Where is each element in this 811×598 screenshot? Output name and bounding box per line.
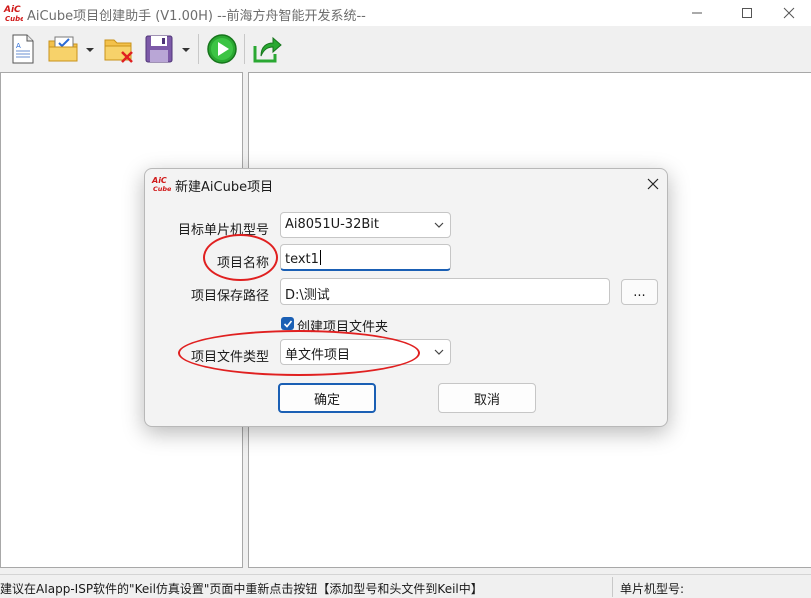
open-project-button[interactable]: [46, 32, 80, 66]
create-folder-label[interactable]: 创建项目文件夹: [297, 316, 388, 335]
toolbar-separator: [198, 34, 199, 64]
minimize-icon: [692, 12, 702, 14]
mcu-model-label: 目标单片机型号: [177, 223, 269, 238]
close-project-icon: [104, 39, 133, 63]
project-type-select[interactable]: 单文件项目: [280, 339, 451, 365]
create-folder-checkbox[interactable]: [281, 317, 294, 330]
title-bar: AiC Cube AiCube项目创建助手 (V1.00H) --前海方舟智能开…: [0, 0, 811, 26]
close-icon: [647, 178, 659, 190]
window-close-button[interactable]: [766, 0, 811, 26]
project-type-label: 项目文件类型: [190, 350, 269, 365]
maximize-icon: [742, 8, 752, 18]
run-icon: [207, 34, 237, 64]
new-document-icon: A: [12, 34, 34, 64]
project-name-value: text1: [285, 252, 319, 267]
toolbar: A: [0, 26, 811, 72]
browse-path-button[interactable]: ...: [621, 279, 658, 305]
new-project-dialog: AiC Cube 新建AiCube项目 目标单片机型号 Ai8051U-32Bi…: [144, 168, 668, 427]
close-icon: [783, 7, 795, 19]
aicube-logo-icon: AiC Cube: [151, 176, 171, 193]
svg-text:AiC: AiC: [151, 176, 167, 185]
dialog-title: 新建AiCube项目: [175, 180, 274, 195]
checkmark-icon: [283, 319, 292, 328]
open-folder-icon: [48, 36, 78, 62]
aicube-logo-icon: AiC Cube: [3, 5, 23, 23]
ok-button[interactable]: 确定: [278, 383, 376, 413]
chevron-down-icon: [434, 349, 444, 355]
save-path-label: 项目保存路径: [190, 289, 269, 304]
save-project-button[interactable]: [142, 32, 176, 66]
minimize-button[interactable]: [674, 0, 720, 26]
dialog-close-button[interactable]: [643, 175, 663, 193]
save-dropdown-chevron-icon[interactable]: [182, 46, 190, 54]
save-icon: [145, 35, 173, 63]
export-button[interactable]: [250, 32, 284, 66]
status-divider: [612, 577, 613, 597]
project-type-value: 单文件项目: [285, 348, 351, 363]
status-mcu-label: 单片机型号:: [620, 582, 685, 596]
window-title: AiCube项目创建助手 (V1.00H) --前海方舟智能开发系统--: [27, 9, 366, 24]
svg-text:A: A: [16, 42, 21, 50]
svg-text:Cube: Cube: [5, 15, 23, 23]
status-message: 建议在AIapp-ISP软件的"Keil仿真设置"页面中重新点击按钮【添加型号和…: [0, 582, 483, 596]
toolbar-separator: [244, 34, 245, 64]
mcu-model-select[interactable]: Ai8051U-32Bit: [280, 212, 451, 238]
maximize-button[interactable]: [724, 0, 770, 26]
export-icon: [253, 36, 282, 63]
chevron-down-icon: [434, 222, 444, 228]
close-project-button[interactable]: [102, 32, 136, 66]
text-caret: [319, 250, 321, 265]
project-name-label: 项目名称: [216, 256, 269, 271]
save-path-input[interactable]: D:\测试: [280, 278, 610, 305]
svg-text:AiC: AiC: [3, 5, 21, 15]
svg-text:Cube: Cube: [153, 185, 171, 193]
run-button[interactable]: [205, 32, 239, 66]
mcu-model-value: Ai8051U-32Bit: [285, 217, 379, 232]
save-path-value: D:\测试: [285, 288, 330, 303]
status-bar: 建议在AIapp-ISP软件的"Keil仿真设置"页面中重新点击按钮【添加型号和…: [0, 574, 811, 598]
project-name-input[interactable]: text1: [280, 244, 451, 271]
open-dropdown-chevron-icon[interactable]: [86, 46, 94, 54]
new-project-button[interactable]: A: [6, 32, 40, 66]
cancel-button[interactable]: 取消: [438, 383, 536, 413]
